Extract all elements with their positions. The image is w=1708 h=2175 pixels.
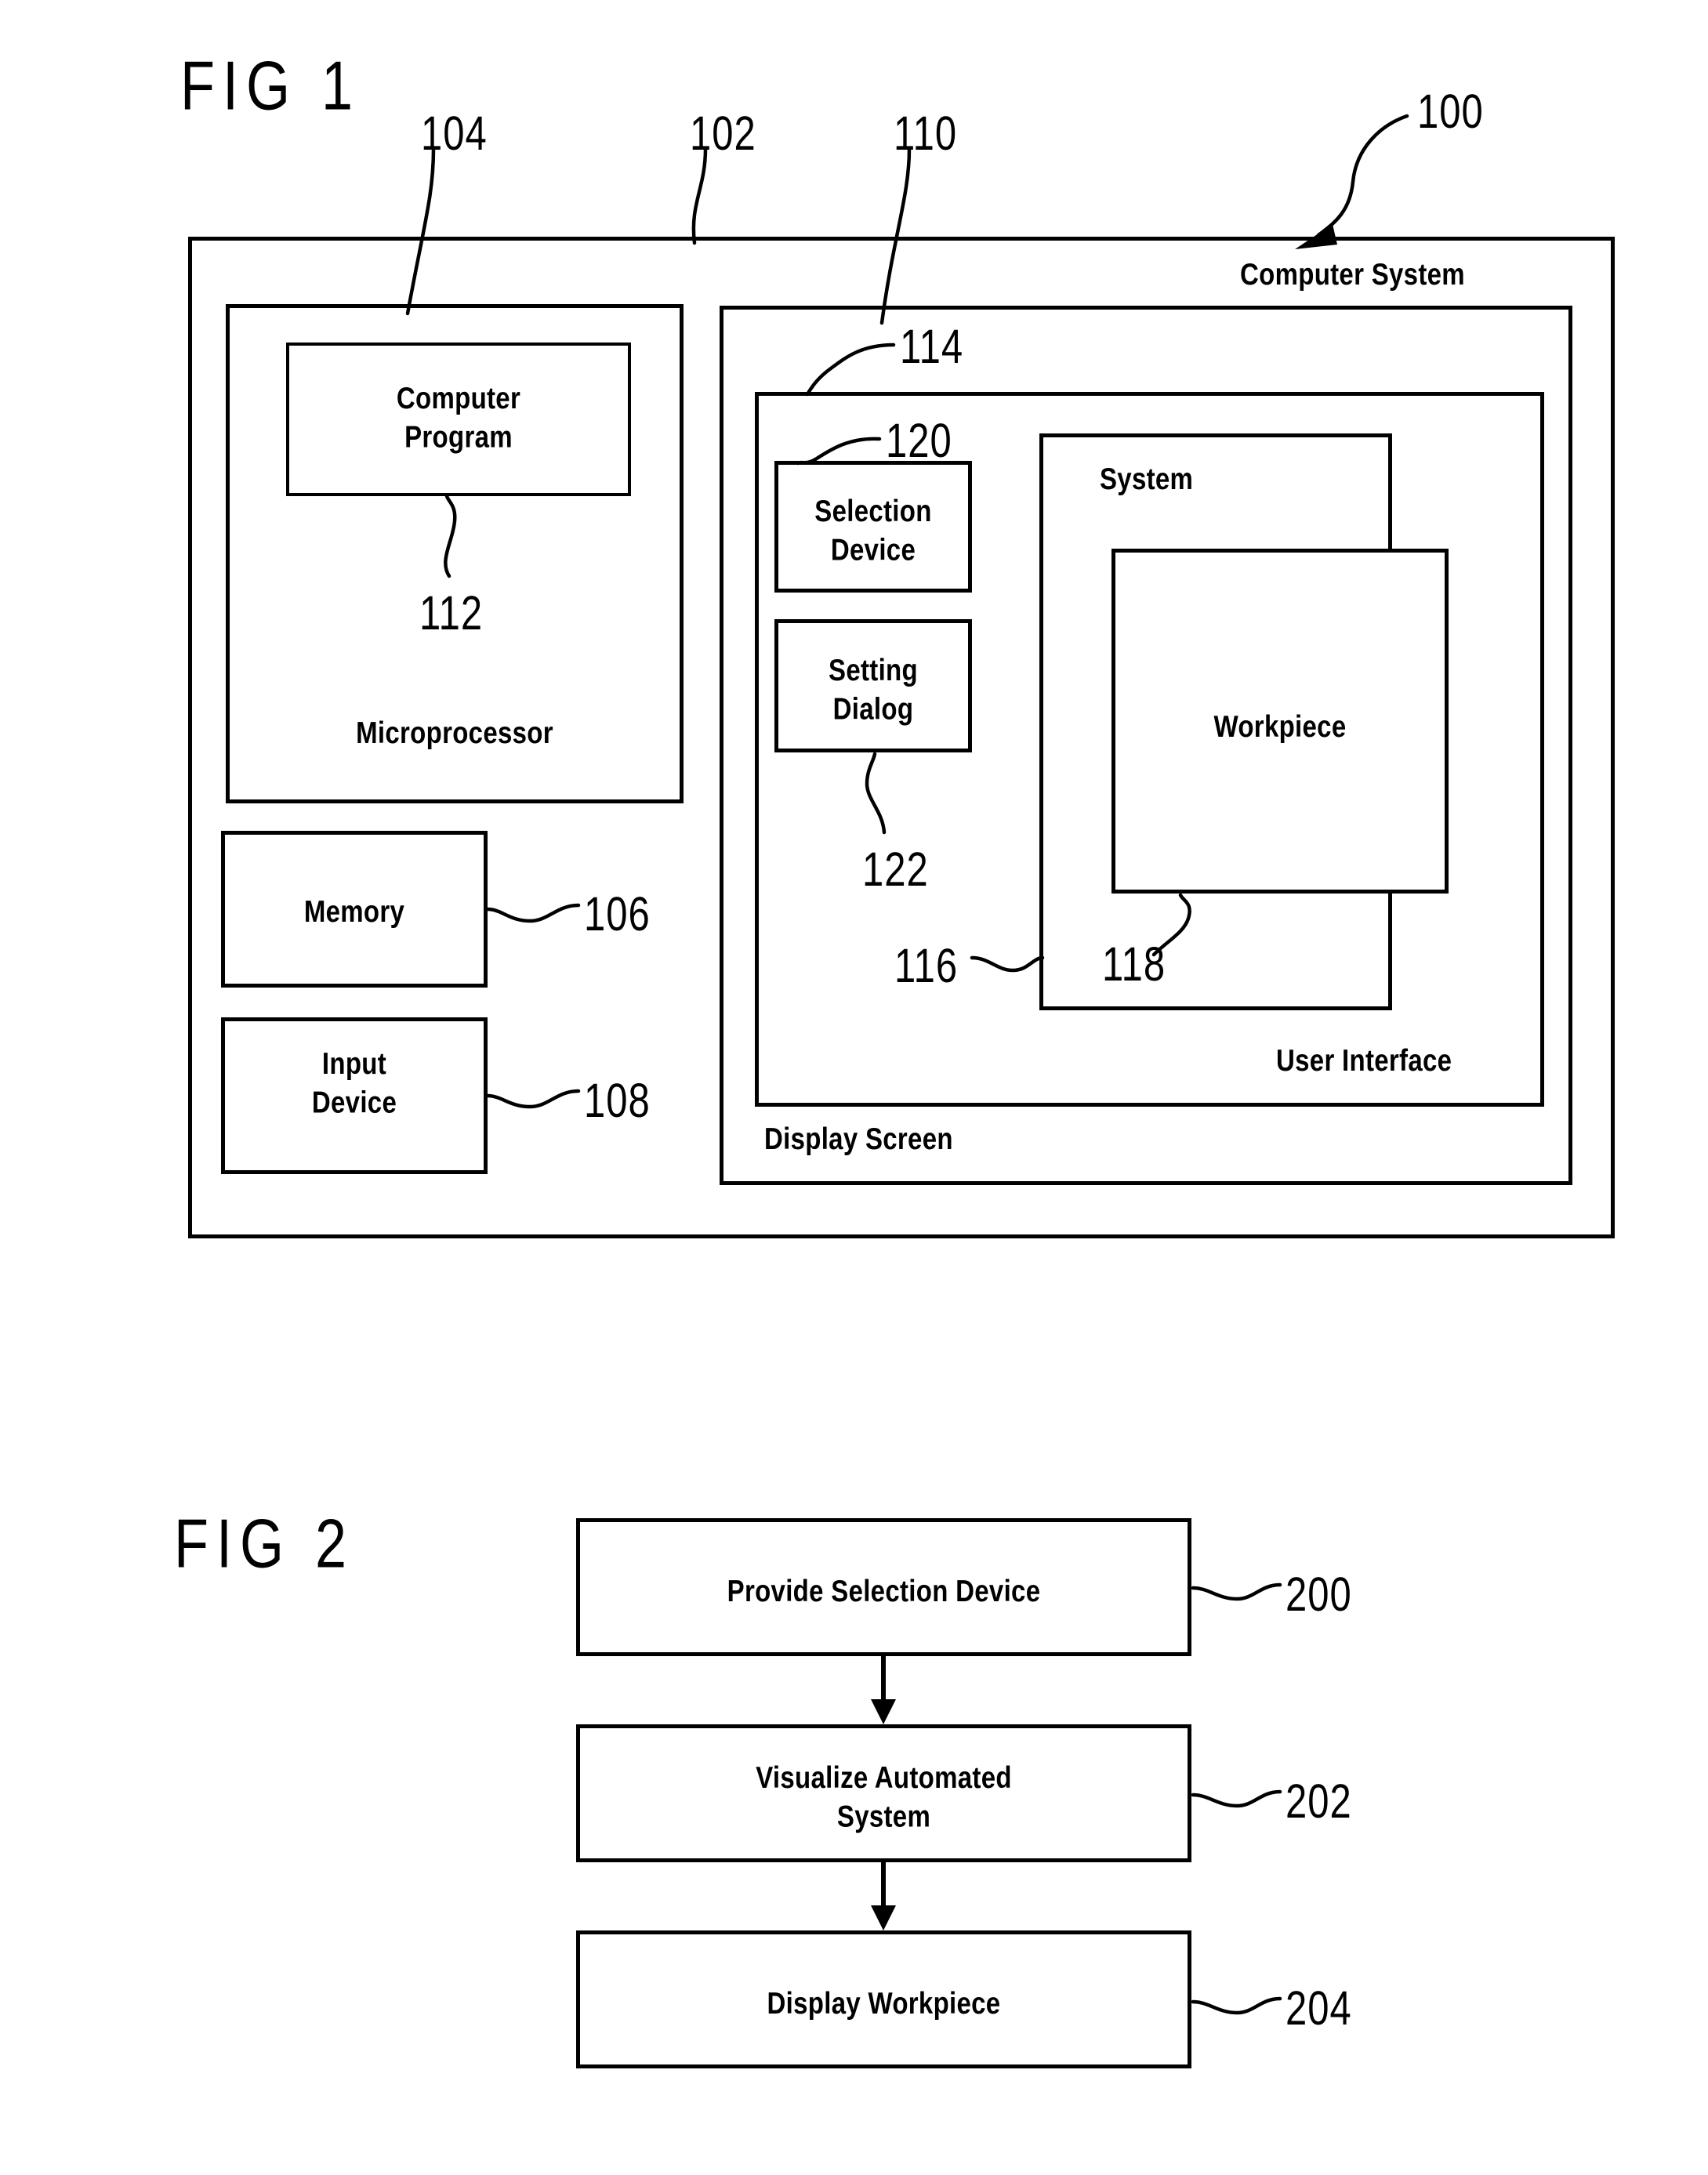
ref-202: 202 — [1286, 1775, 1352, 1829]
leader-102 — [691, 147, 708, 245]
ref-102: 102 — [690, 107, 756, 161]
setting-dialog-label: Setting Dialog — [829, 652, 918, 726]
flow-step-label-1: Provide Selection Device — [727, 1573, 1041, 1608]
leader-202 — [1191, 1789, 1282, 1808]
selection-device-label: Selection Device — [814, 493, 932, 567]
display-screen-label: Display Screen — [764, 1121, 953, 1156]
ref-204: 204 — [1286, 1982, 1352, 2035]
leader-204 — [1191, 1996, 1282, 2015]
figure-2-title: FIG 2 — [174, 1506, 355, 1582]
ref-120: 120 — [886, 415, 952, 468]
ref-114: 114 — [900, 321, 964, 374]
computer-system-label: Computer System — [1240, 256, 1465, 292]
input-device-label: Input Device — [311, 1046, 397, 1119]
ref-200: 200 — [1286, 1568, 1352, 1622]
microprocessor-label: Microprocessor — [356, 715, 553, 750]
system-label: System — [1100, 461, 1194, 496]
flow-step-label-3: Display Workpiece — [767, 1985, 1001, 2021]
ref-116: 116 — [894, 940, 959, 993]
ref-108: 108 — [584, 1075, 651, 1128]
ref-110: 110 — [894, 107, 958, 161]
ref-122: 122 — [862, 843, 929, 897]
ref-118: 118 — [1102, 938, 1166, 991]
leader-200 — [1191, 1582, 1282, 1601]
flow-step-label-2: Visualize Automated System — [756, 1760, 1012, 1833]
figure-1-title: FIG 1 — [180, 48, 361, 125]
user-interface-label: User Interface — [1276, 1042, 1452, 1078]
ref-106: 106 — [584, 888, 651, 941]
memory-label: Memory — [303, 894, 405, 929]
ref-104: 104 — [421, 107, 488, 161]
flow-arrow-2-head — [871, 1905, 896, 1930]
computer-program-label: Computer Program — [396, 380, 521, 454]
workpiece-label: Workpiece — [1213, 709, 1347, 744]
flow-arrow-1-head — [871, 1699, 896, 1724]
leader-100 — [1316, 114, 1409, 237]
ref-100: 100 — [1417, 85, 1484, 139]
ref-112: 112 — [419, 587, 484, 640]
